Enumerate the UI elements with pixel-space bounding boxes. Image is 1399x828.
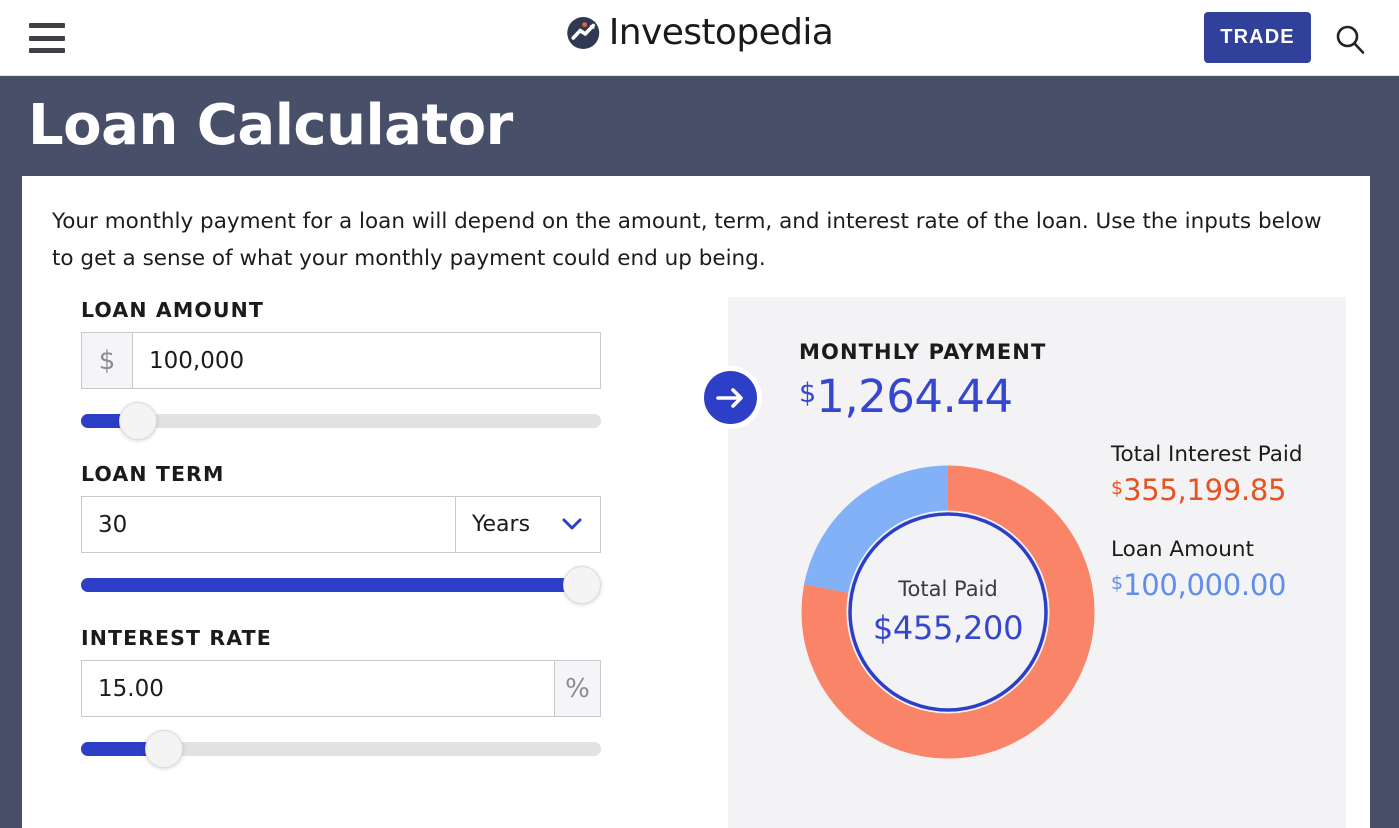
brand-name: Investopedia xyxy=(608,12,834,53)
legend-amount: 100,000.00 xyxy=(1123,568,1287,602)
search-icon[interactable] xyxy=(1333,22,1367,56)
percent-sign-icon: % xyxy=(554,661,600,716)
loan-term-unit-select[interactable]: Years xyxy=(455,497,600,552)
hamburger-menu-icon[interactable] xyxy=(29,23,65,53)
legend-currency: $ xyxy=(1111,572,1124,594)
slider-track xyxy=(81,414,601,428)
page-title: Loan Calculator xyxy=(28,93,513,158)
loan-term-input[interactable] xyxy=(82,497,455,552)
loan-amount-input-group: $ xyxy=(81,332,601,389)
monthly-payment-label: MONTHLY PAYMENT xyxy=(799,340,1047,364)
hamburger-bar xyxy=(29,35,65,41)
legend-value: $100,000.00 xyxy=(1111,565,1341,608)
results-panel: MONTHLY PAYMENT $1,264.44 Total Paid $45… xyxy=(699,297,1346,828)
brand-logo[interactable]: Investopedia xyxy=(566,14,834,52)
trade-button[interactable]: TRADE xyxy=(1204,12,1311,63)
monthly-payment-amount: 1,264.44 xyxy=(816,370,1013,423)
donut-svg xyxy=(801,465,1095,759)
interest-rate-input-group: % xyxy=(81,660,601,717)
investopedia-logo-icon xyxy=(566,17,599,49)
interest-rate-slider[interactable] xyxy=(81,730,601,768)
slider-fill xyxy=(81,578,589,592)
calculator-card: Your monthly payment for a loan will dep… xyxy=(22,176,1370,828)
interest-rate-input[interactable] xyxy=(82,661,554,716)
legend-item-loan-amount: Loan Amount $100,000.00 xyxy=(1111,535,1341,608)
field-loan-amount: LOAN AMOUNT $ xyxy=(81,298,621,440)
legend-item-total-interest-paid: Total Interest Paid $355,199.85 xyxy=(1111,440,1341,513)
loan-term-unit-value: Years xyxy=(472,512,531,537)
loan-amount-slider[interactable] xyxy=(81,402,601,440)
intro-text: Your monthly payment for a loan will dep… xyxy=(52,209,1322,271)
legend-label: Total Interest Paid xyxy=(1111,442,1303,467)
donut-inner-ring xyxy=(848,512,1048,712)
interest-rate-label: INTEREST RATE xyxy=(81,626,272,650)
total-paid-donut-chart: Total Paid $455,200 xyxy=(798,462,1098,762)
loan-term-input-group: Years xyxy=(81,496,601,553)
field-interest-rate: INTEREST RATE % xyxy=(81,626,621,768)
slider-thumb[interactable] xyxy=(563,566,601,604)
hamburger-bar xyxy=(29,23,65,28)
monthly-payment-block: MONTHLY PAYMENT $1,264.44 xyxy=(799,340,1046,423)
monthly-payment-currency: $ xyxy=(799,378,817,409)
legend-currency: $ xyxy=(1111,477,1124,499)
page-viewport: Investopedia TRADE Loan Calculator Your … xyxy=(0,0,1399,828)
legend-amount: 355,199.85 xyxy=(1123,473,1287,507)
dollar-sign-icon: $ xyxy=(82,333,133,388)
loan-amount-label: LOAN AMOUNT xyxy=(81,298,264,322)
arrow-right-icon xyxy=(715,387,743,408)
loan-term-label: LOAN TERM xyxy=(81,462,225,486)
loan-amount-input[interactable] xyxy=(133,333,600,388)
top-navigation-bar: Investopedia TRADE xyxy=(0,0,1399,76)
page-title-banner: Loan Calculator xyxy=(0,76,1399,176)
monthly-payment-value: $1,264.44 xyxy=(799,370,1046,423)
legend-label: Loan Amount xyxy=(1111,537,1254,562)
slider-thumb[interactable] xyxy=(145,730,183,768)
results-legend: Total Interest Paid $355,199.85 Loan Amo… xyxy=(1111,440,1341,630)
calculator-form: LOAN AMOUNT $ LOAN TERM Years xyxy=(81,298,621,768)
field-loan-term: LOAN TERM Years xyxy=(81,462,621,604)
slider-thumb[interactable] xyxy=(119,402,157,440)
hamburger-bar xyxy=(29,48,65,53)
chevron-down-icon xyxy=(562,518,582,530)
legend-value: $355,199.85 xyxy=(1111,470,1341,513)
arrow-right-badge[interactable] xyxy=(699,366,762,429)
loan-term-slider[interactable] xyxy=(81,566,601,604)
